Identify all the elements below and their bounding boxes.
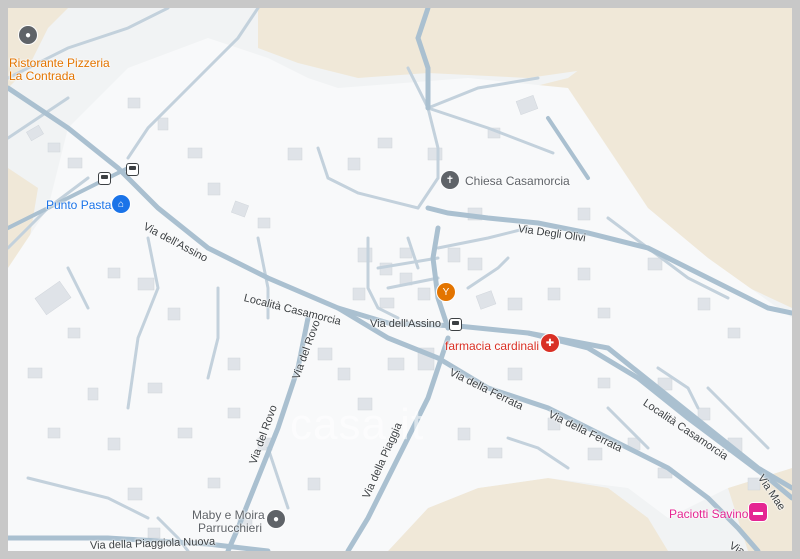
- maby-label-line2[interactable]: Parrucchieri: [198, 521, 262, 535]
- bed-icon[interactable]: ▬: [749, 503, 767, 521]
- ristorante-label-line2[interactable]: La Contrada: [9, 69, 75, 83]
- ristorante-place-icon[interactable]: ●: [19, 26, 37, 44]
- cocktail-icon[interactable]: Y: [437, 283, 455, 301]
- bus-stop-icon[interactable]: [126, 163, 139, 176]
- ristorante-label-line1[interactable]: Ristorante Pizzeria: [9, 56, 110, 70]
- maby-label-line1[interactable]: Maby e Moira: [192, 508, 265, 522]
- shopping-bag-icon[interactable]: ⌂: [112, 195, 130, 213]
- road-label-via-assino-center: Via dell'Assino: [370, 318, 441, 330]
- punto-pasta-label[interactable]: Punto Pasta: [46, 198, 111, 212]
- chiesa-casamorcia-label[interactable]: Chiesa Casamorcia: [465, 174, 570, 188]
- church-icon[interactable]: ✝: [441, 171, 459, 189]
- farmacia-cardinali-label[interactable]: farmacia cardinali: [445, 339, 539, 353]
- map-canvas[interactable]: casa.it ● Ristorante Pizzeria La Contrad…: [8, 8, 792, 551]
- map-geometry: [8, 8, 792, 551]
- maby-place-icon[interactable]: ●: [267, 510, 285, 528]
- paciotti-savino-label[interactable]: Paciotti Savino: [669, 507, 748, 521]
- pharmacy-icon[interactable]: ✚: [541, 334, 559, 352]
- bus-stop-icon[interactable]: [449, 318, 462, 331]
- bus-stop-icon[interactable]: [98, 172, 111, 185]
